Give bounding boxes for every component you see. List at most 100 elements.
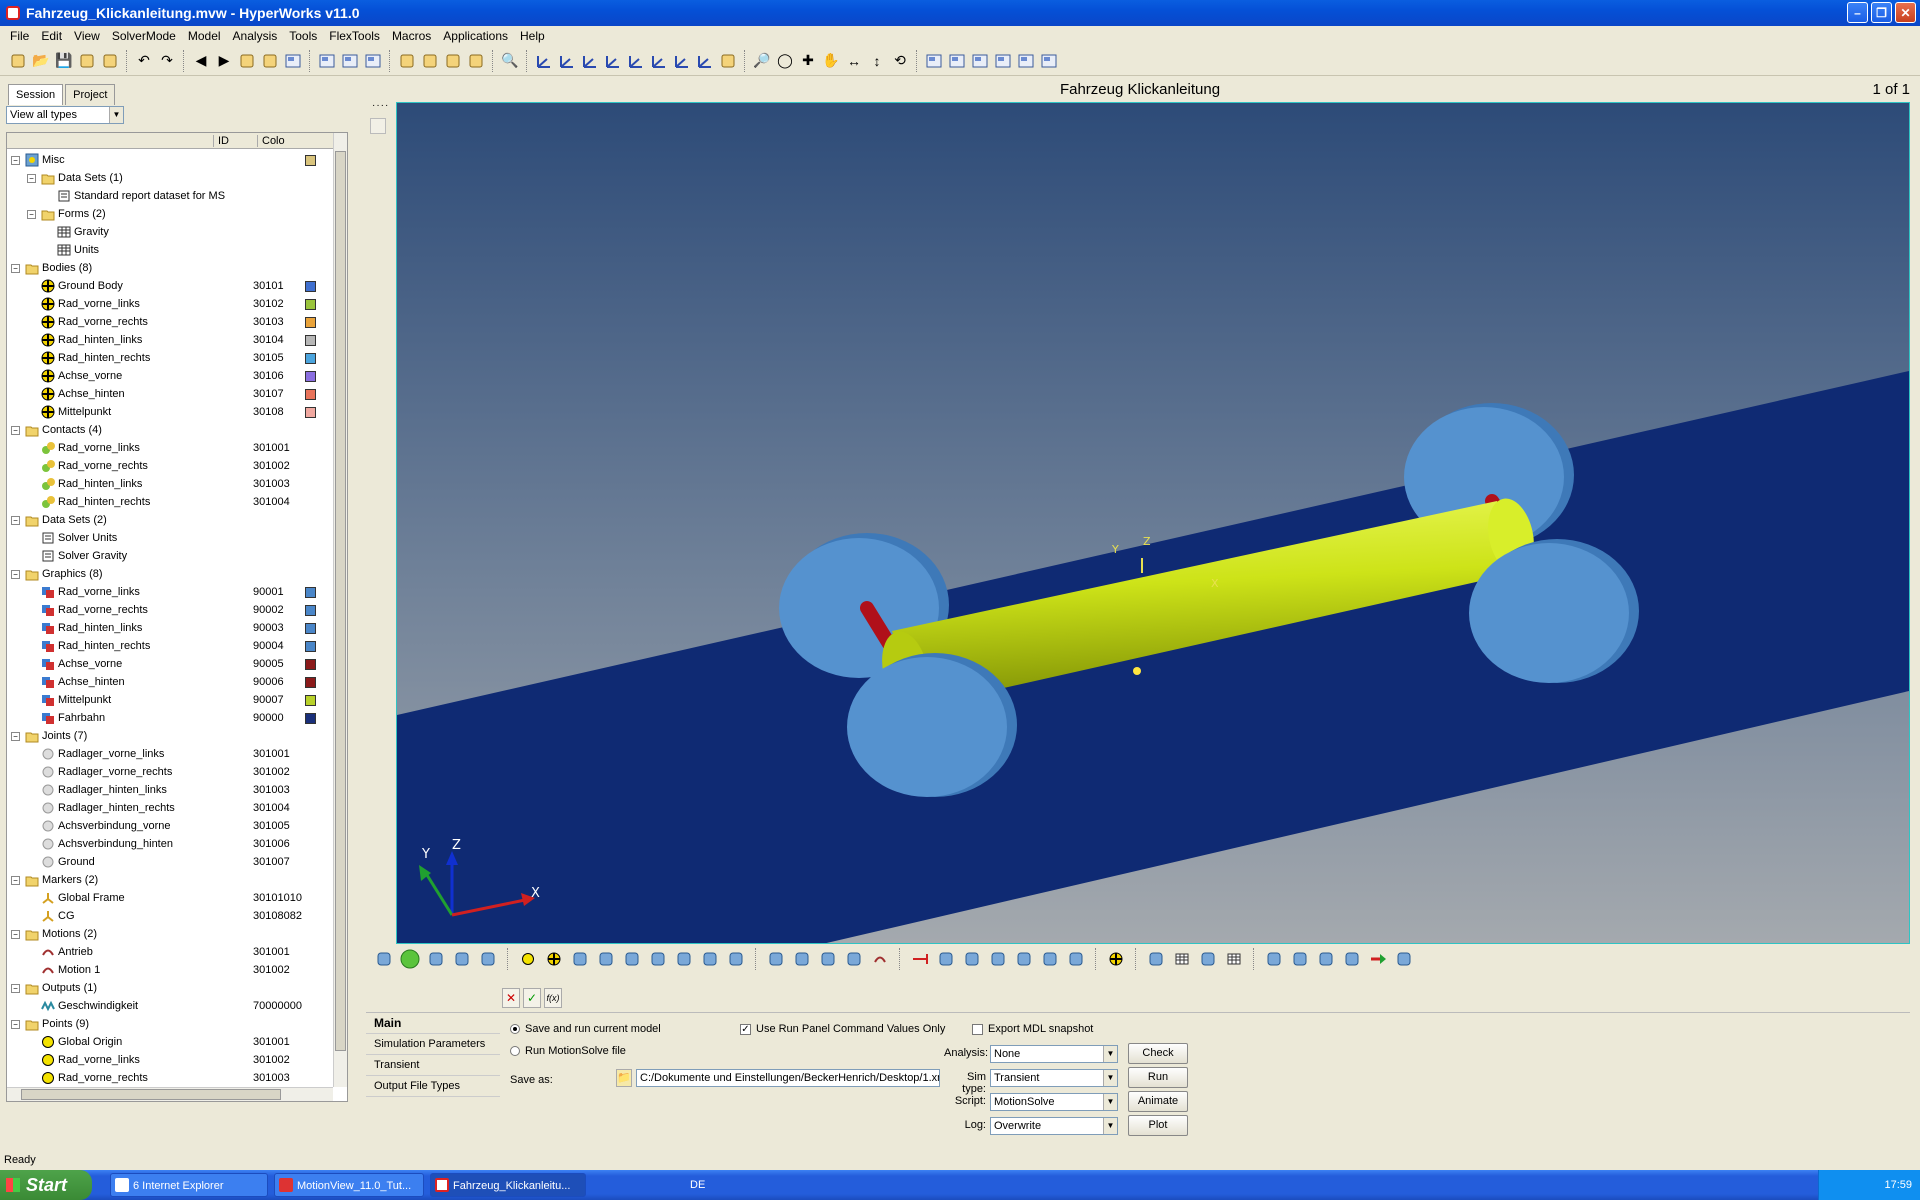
collapse-toggle[interactable]: − xyxy=(11,426,20,435)
view-side-icon[interactable] xyxy=(580,51,600,71)
plot-button[interactable]: Plot xyxy=(1128,1115,1188,1136)
restore-button[interactable]: ❐ xyxy=(1871,2,1892,23)
tab-session[interactable]: Session xyxy=(8,84,64,105)
zoom-area-icon[interactable]: ◯ xyxy=(775,51,795,71)
tree-row[interactable]: − Misc xyxy=(7,151,333,169)
tree-row[interactable]: Ground Body 30101 xyxy=(7,277,333,295)
column-header-color[interactable]: Colo xyxy=(257,135,285,147)
collapse-toggle[interactable]: − xyxy=(27,210,36,219)
save-run-option[interactable]: Save and run current model xyxy=(510,1023,661,1035)
color-swatch[interactable] xyxy=(305,623,316,634)
tree-row[interactable]: Solver Gravity xyxy=(7,547,333,565)
redo-icon[interactable]: ↷ xyxy=(157,51,177,71)
output-icon[interactable] xyxy=(1368,949,1388,969)
clock[interactable]: 17:59 xyxy=(1884,1179,1912,1191)
triad-icon[interactable] xyxy=(700,949,720,969)
language-indicator[interactable]: DE xyxy=(690,1170,705,1200)
export-mdl-checkbox[interactable]: Export MDL snapshot xyxy=(972,1023,1093,1035)
menu-solvermode[interactable]: SolverMode xyxy=(106,29,182,43)
tree-row[interactable]: Rad_hinten_links 301003 xyxy=(7,475,333,493)
cancel-icon[interactable]: ✕ xyxy=(502,988,520,1008)
menu-help[interactable]: Help xyxy=(514,29,551,43)
template-icon[interactable] xyxy=(1198,949,1218,969)
graphics-viewport[interactable]: Y Z X Y Z X xyxy=(396,102,1910,944)
collapse-toggle[interactable]: − xyxy=(11,264,20,273)
delete-page-icon[interactable] xyxy=(260,51,280,71)
tree-row[interactable]: Mittelpunkt 30108 xyxy=(7,403,333,421)
color-swatch[interactable] xyxy=(305,695,316,706)
copy-icon[interactable] xyxy=(420,51,440,71)
tree-row[interactable]: Rad_vorne_links 30102 xyxy=(7,295,333,313)
tree-row[interactable]: Rad_hinten_rechts 301004 xyxy=(7,493,333,511)
fit-icon[interactable]: 🔎 xyxy=(752,51,772,71)
script-select[interactable]: MotionSolve ▼ xyxy=(990,1093,1118,1111)
window-icon[interactable] xyxy=(340,51,360,71)
view-rotate-icon[interactable] xyxy=(695,51,715,71)
spring-icon[interactable] xyxy=(766,949,786,969)
browser-vertical-scrollbar[interactable] xyxy=(333,133,347,1087)
color-swatch[interactable] xyxy=(305,353,316,364)
cs-icon[interactable] xyxy=(478,949,498,969)
color-swatch[interactable] xyxy=(305,677,316,688)
subtab-transient[interactable]: Transient xyxy=(366,1055,500,1076)
undo-icon[interactable]: ↶ xyxy=(134,51,154,71)
tree-row[interactable]: − Data Sets (2) xyxy=(7,511,333,529)
tree-row[interactable]: Global Frame 30101010 xyxy=(7,889,333,907)
contour-icon[interactable] xyxy=(726,949,746,969)
solver-variable-icon[interactable] xyxy=(1264,949,1284,969)
tree-row[interactable]: Motion 1 301002 xyxy=(7,961,333,979)
tree-row[interactable]: − Forms (2) xyxy=(7,205,333,223)
tree-row[interactable]: Gravity xyxy=(7,223,333,241)
taskbar-item-pdf[interactable]: MotionView_11.0_Tut... xyxy=(274,1173,424,1197)
forward-icon[interactable]: ▶ xyxy=(214,51,234,71)
add-page-icon[interactable] xyxy=(237,51,257,71)
menu-analysis[interactable]: Analysis xyxy=(227,29,284,43)
pan-icon[interactable]: ✚ xyxy=(798,51,818,71)
collapse-toggle[interactable]: − xyxy=(11,1020,20,1029)
color-swatch[interactable] xyxy=(305,605,316,616)
body-select-icon[interactable] xyxy=(1106,949,1126,969)
tree-row[interactable]: Radlager_vorne_rechts 301002 xyxy=(7,763,333,781)
view-bottom-icon[interactable] xyxy=(626,51,646,71)
menu-flextools[interactable]: FlexTools xyxy=(323,29,386,43)
view-top-icon[interactable] xyxy=(603,51,623,71)
view-front-icon[interactable] xyxy=(557,51,577,71)
tree-row[interactable]: Achse_hinten 90006 xyxy=(7,673,333,691)
tree-row[interactable]: Ground 301007 xyxy=(7,853,333,871)
move-icon[interactable]: ↔ xyxy=(844,51,864,71)
new-session-icon[interactable] xyxy=(8,51,28,71)
back-icon[interactable]: ◀ xyxy=(191,51,211,71)
folder-icon[interactable]: 📁 xyxy=(616,1069,632,1087)
open-icon[interactable]: 📂 xyxy=(31,51,51,71)
taskbar-item-hyperworks[interactable]: Fahrzeug_Klickanleitu... xyxy=(430,1173,586,1197)
spin-icon[interactable]: ↕ xyxy=(867,51,887,71)
tree-row[interactable]: Achsverbindung_hinten 301006 xyxy=(7,835,333,853)
cylinder-icon[interactable] xyxy=(962,949,982,969)
column-header-id[interactable]: ID xyxy=(213,135,257,147)
curve-icon[interactable] xyxy=(1146,949,1166,969)
minimize-button[interactable]: – xyxy=(1847,2,1868,23)
tree-row[interactable]: Rad_vorne_rechts 90002 xyxy=(7,601,333,619)
scrollbar-thumb[interactable] xyxy=(335,151,346,1051)
tree-row[interactable]: − Data Sets (1) xyxy=(7,169,333,187)
diff-icon[interactable] xyxy=(1342,949,1362,969)
expression-builder-button[interactable]: f(x) xyxy=(544,988,562,1008)
menu-tools[interactable]: Tools xyxy=(283,29,323,43)
tree-row[interactable]: Achse_vorne 90005 xyxy=(7,655,333,673)
page-layout-icon[interactable] xyxy=(947,51,967,71)
tree-row[interactable]: Rad_vorne_rechts 301002 xyxy=(7,457,333,475)
point-icon[interactable] xyxy=(518,949,538,969)
save-as-input[interactable]: C:/Dokumente und Einstellungen/BeckerHen… xyxy=(636,1069,940,1087)
window-icon[interactable] xyxy=(363,51,383,71)
page-layout-icon[interactable] xyxy=(924,51,944,71)
tree-row[interactable]: − Motions (2) xyxy=(7,925,333,943)
scrollbar-thumb[interactable] xyxy=(21,1089,281,1100)
tree-row[interactable]: − Joints (7) xyxy=(7,727,333,745)
close-button[interactable]: ✕ xyxy=(1895,2,1916,23)
request-icon[interactable] xyxy=(1394,949,1414,969)
page-layout-icon[interactable] xyxy=(993,51,1013,71)
menu-view[interactable]: View xyxy=(68,29,106,43)
marker-icon[interactable] xyxy=(596,949,616,969)
form-icon[interactable] xyxy=(1224,949,1244,969)
type-filter-dropdown[interactable]: View all types ▼ xyxy=(6,106,124,124)
